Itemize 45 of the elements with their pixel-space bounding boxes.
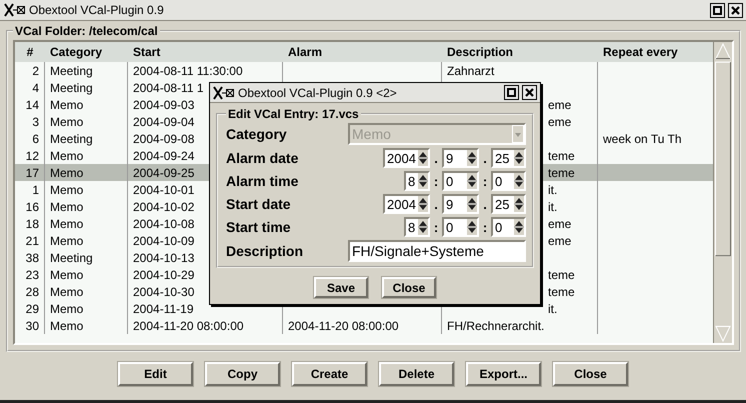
table-cell: 17 [15,164,45,181]
table-cell: Memo [45,181,128,198]
separator: : [433,220,439,234]
table-cell: 23 [15,266,45,283]
table-cell: 29 [15,300,45,317]
table-cell: Memo [45,300,128,317]
table-cell: 3 [15,113,45,130]
table-cell: Memo [45,113,128,130]
separator: . [433,150,439,166]
table-cell: 6 [15,130,45,147]
table-cell: 2004-08-11 11:30:00 [128,62,283,79]
table-cell: Memo [45,232,128,249]
table-cell: Meeting [45,62,128,79]
table-cell: 1 [15,181,45,198]
table-cell: 4 [15,79,45,96]
table-cell: Memo [45,164,128,181]
table-cell: Memo [45,283,128,300]
table-cell: FH/Rechnerarchit. [442,317,598,334]
table-cell: Meeting [45,79,128,96]
separator: . [433,196,439,212]
table-cell: 18 [15,215,45,232]
table-cell: Zahnarzt [442,62,598,79]
separator: . [482,196,488,212]
separator: : [433,174,439,188]
table-cell: Meeting [45,130,128,147]
table-cell: 2004-11-20 08:00:00 [128,317,283,334]
table-cell: Memo [45,215,128,232]
table-cell: 28 [15,283,45,300]
table-cell: 21 [15,232,45,249]
table-cell: 2004-11-20 08:00:00 [283,317,442,334]
table-cell: 2 [15,62,45,79]
table-cell: 14 [15,96,45,113]
table-cell: 30 [15,317,45,334]
table-cell: Memo [45,317,128,334]
table-cell: 38 [15,249,45,266]
table-cell: 16 [15,198,45,215]
group-title: VCal Folder: /telecom/cal [14,24,159,38]
table-cell: Memo [45,198,128,215]
separator: : [482,220,488,234]
table-cell: Memo [45,266,128,283]
window-title: Obextool VCal-Plugin 0.9 [29,3,165,17]
table-cell: Meeting [45,249,128,266]
table-cell: Memo [45,96,128,113]
table-cell-text: week on Tu Th [602,130,682,147]
separator: . [482,150,488,166]
